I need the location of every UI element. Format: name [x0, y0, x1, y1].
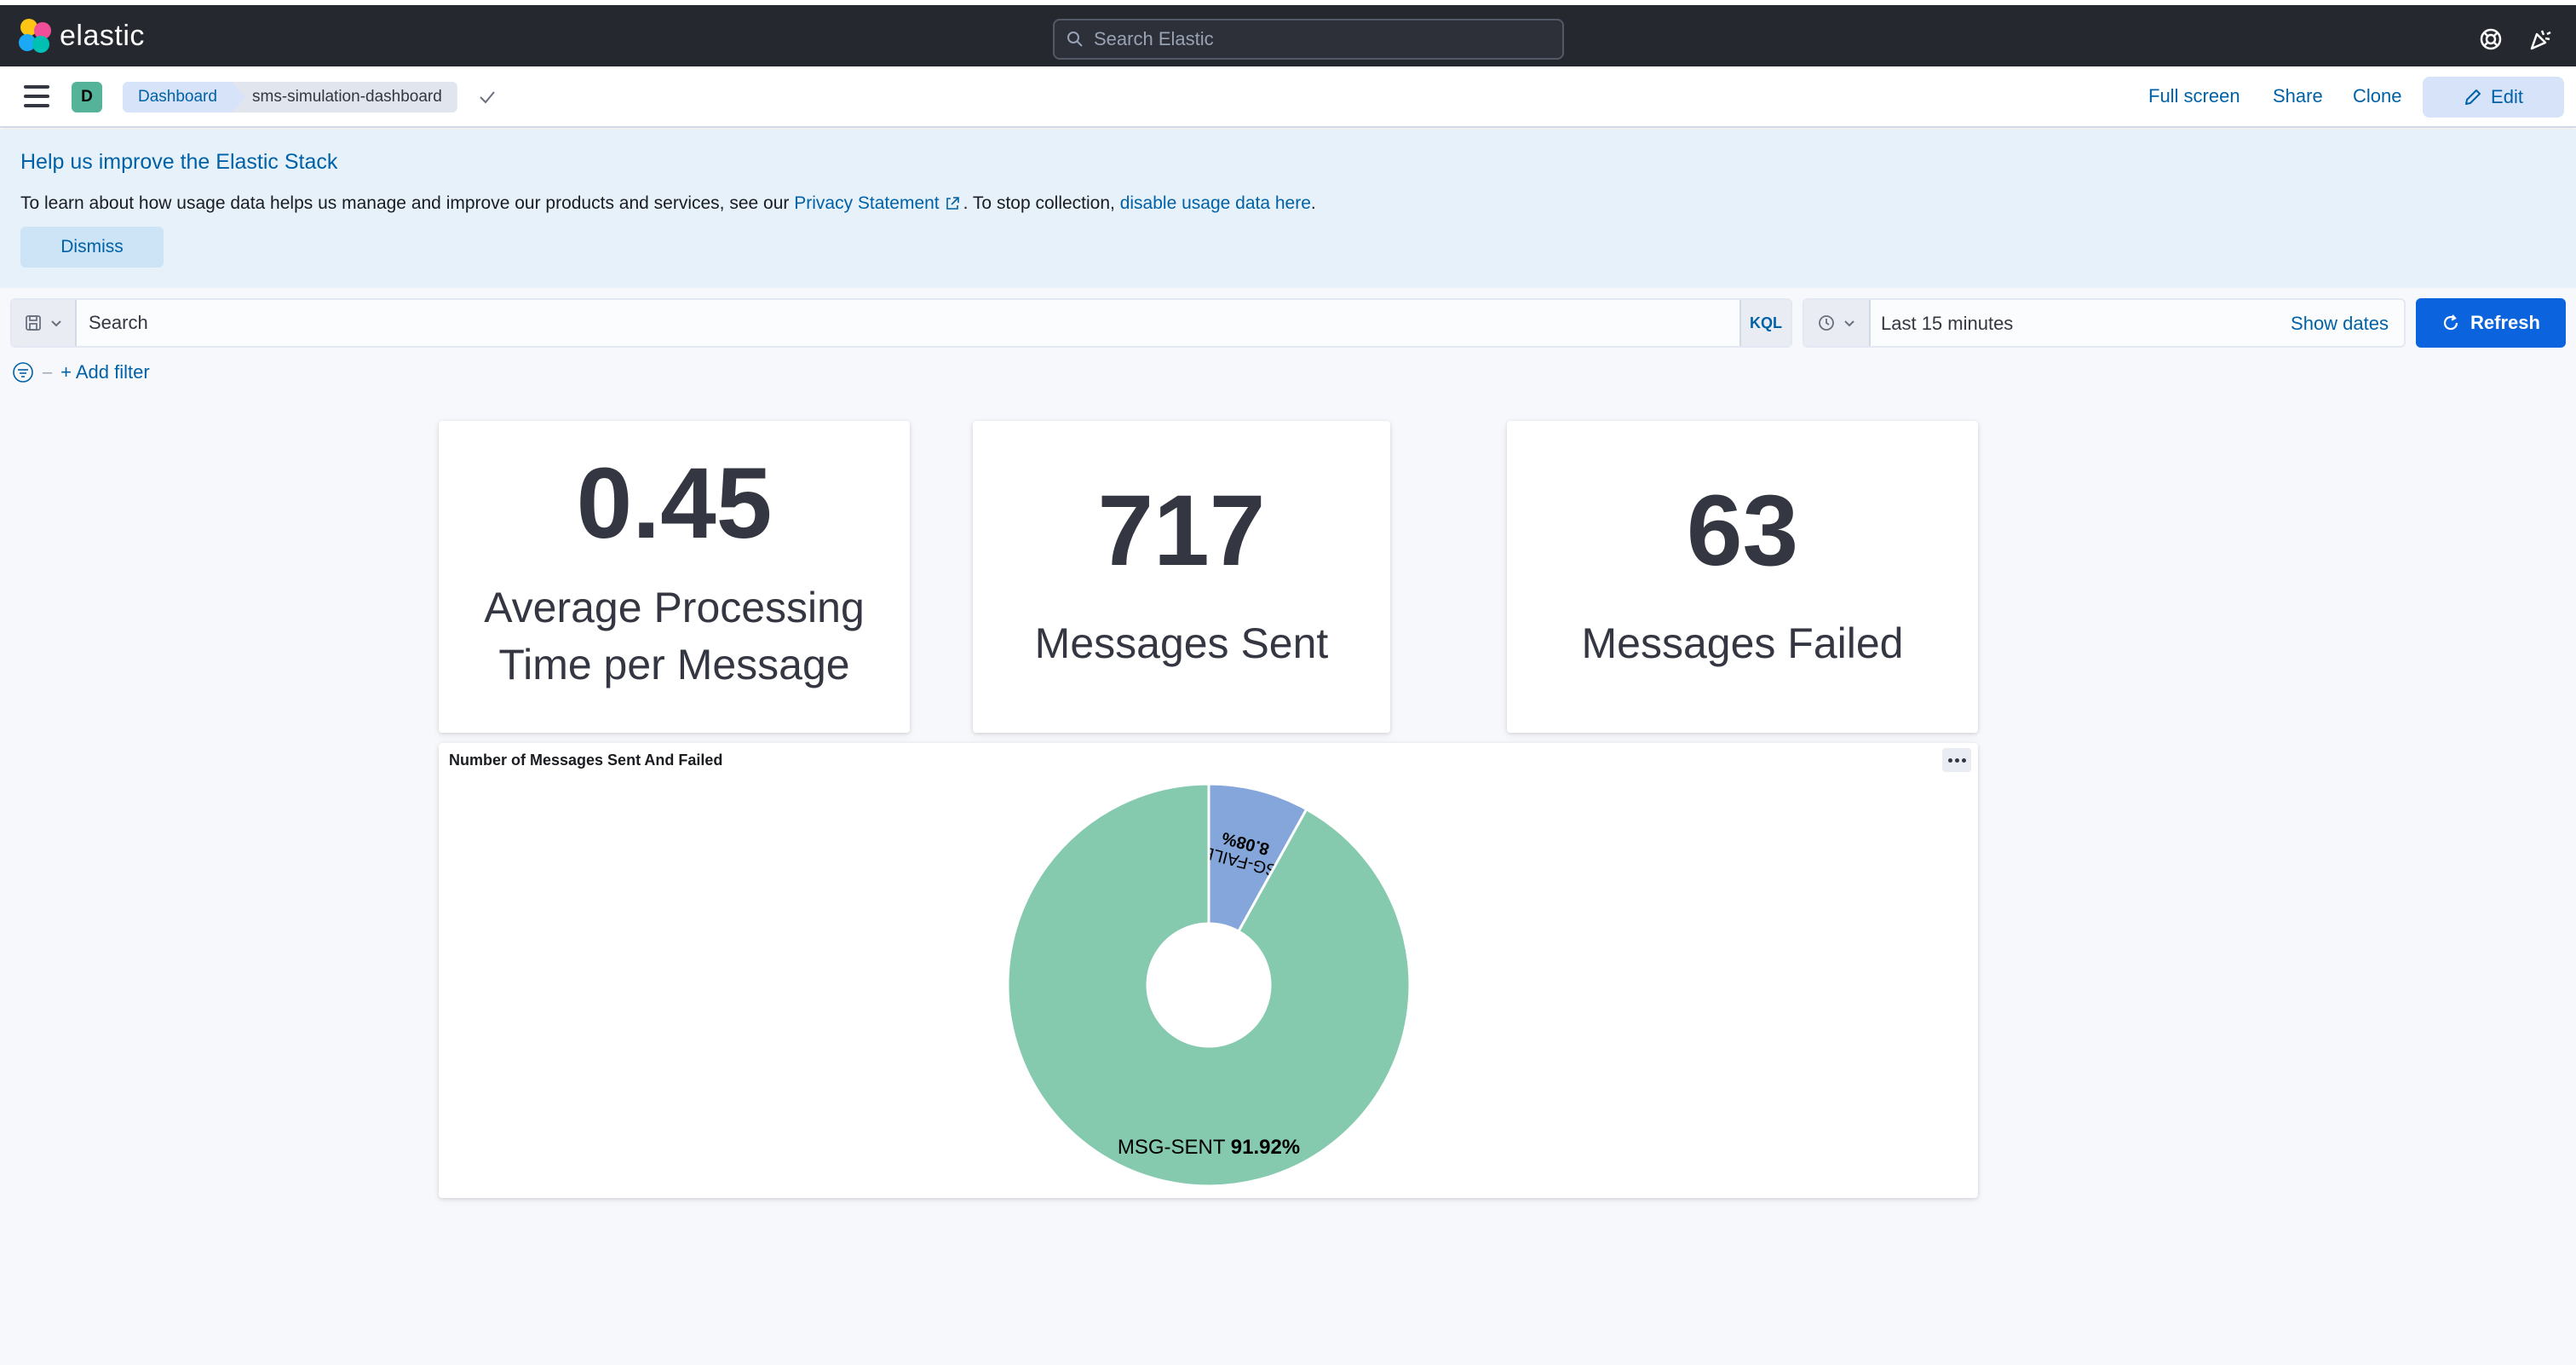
metric-panel-messages-sent: 717 Messages Sent	[973, 421, 1390, 733]
metric-value: 0.45	[576, 446, 773, 560]
top-header: elastic	[0, 0, 2576, 66]
callout-text: To learn about how usage data helps us m…	[20, 193, 2556, 214]
external-link-icon	[946, 197, 959, 210]
menu-line	[24, 104, 49, 107]
clone-button[interactable]: Clone	[2353, 85, 2401, 107]
callout-text-middle: . To stop collection,	[963, 193, 1120, 213]
metric-label-line: Time per Message	[498, 641, 850, 688]
callout-text-before: To learn about how usage data helps us m…	[20, 193, 795, 213]
time-picker: Last 15 minutes Show dates	[1803, 298, 2406, 348]
metric-label-line: Average Processing	[484, 583, 865, 631]
metric-value: 63	[1686, 475, 1799, 588]
metric-panel-messages-failed: 63 Messages Failed	[1507, 421, 1978, 733]
cheer-icon	[2530, 30, 2551, 50]
time-range-label[interactable]: Last 15 minutes	[1881, 313, 2013, 335]
newsfeed-menu[interactable]	[2527, 26, 2554, 53]
edit-button[interactable]: Edit	[2423, 77, 2564, 118]
menu-toggle-button[interactable]	[24, 85, 49, 107]
global-search-input[interactable]	[1094, 28, 1554, 50]
dismiss-button[interactable]: Dismiss	[20, 227, 164, 268]
help-menu[interactable]	[2477, 26, 2504, 53]
search-icon	[1067, 32, 1083, 47]
metric-label: Messages Sent	[1034, 619, 1329, 668]
space-avatar[interactable]: D	[72, 82, 102, 112]
saved-query-menu-button[interactable]	[12, 300, 77, 346]
full-screen-button[interactable]: Full screen	[2148, 85, 2240, 107]
query-bar: KQL	[10, 298, 1792, 348]
metric-label: Messages Failed	[1581, 619, 1904, 668]
check-icon	[480, 91, 495, 104]
refresh-button[interactable]: Refresh	[2416, 298, 2566, 348]
breadcrumb-dashboard[interactable]: Dashboard	[123, 82, 246, 112]
chevron-down-icon	[1844, 320, 1854, 327]
add-filter-button[interactable]: + Add filter	[60, 361, 150, 383]
kql-language-button[interactable]: KQL	[1739, 300, 1791, 346]
telemetry-callout: Help us improve the Elastic Stack To lea…	[0, 130, 2576, 288]
breadcrumb-current: sms-simulation-dashboard	[232, 82, 457, 112]
save-icon	[26, 315, 41, 331]
chevron-down-icon	[51, 320, 61, 327]
menu-line	[24, 85, 49, 89]
metric-label: Average Processing Time per Message	[484, 579, 865, 694]
refresh-label: Refresh	[2470, 312, 2540, 333]
disable-usage-data-link[interactable]: disable usage data here	[1120, 193, 1311, 213]
pie-slice-msg-sent[interactable]	[1006, 782, 1412, 1188]
privacy-statement-link[interactable]: Privacy Statement	[794, 193, 939, 213]
show-dates-button[interactable]: Show dates	[2291, 313, 2389, 335]
metric-panel-avg-processing: 0.45 Average Processing Time per Message	[439, 421, 910, 733]
filter-separator: –	[43, 362, 53, 382]
clock-icon	[1819, 315, 1834, 331]
logo-text: elastic	[60, 19, 145, 52]
chart-panel: Number of Messages Sent And Failed MSG-F…	[439, 743, 1978, 1198]
slice-label: MSG-SENT 91.92%	[1118, 1136, 1300, 1159]
elastic-logo-icon	[19, 19, 53, 53]
share-button[interactable]: Share	[2273, 85, 2323, 107]
metric-value: 717	[1097, 475, 1266, 588]
secondary-navbar: D Dashboard sms-simulation-dashboard Ful…	[0, 66, 2576, 128]
global-search[interactable]	[1053, 19, 1564, 60]
filter-icon[interactable]	[12, 361, 34, 383]
pencil-icon	[2465, 89, 2481, 105]
callout-text-end: .	[1310, 193, 1316, 213]
filter-row: – + Add filter	[12, 361, 150, 383]
elastic-logo[interactable]: elastic	[19, 19, 145, 53]
menu-line	[24, 95, 49, 98]
edit-button-label: Edit	[2491, 86, 2523, 107]
donut-chart: MSG-FAILED8.08%MSG-SENT 91.92%	[1006, 782, 1412, 1188]
help-icon	[2480, 28, 2502, 50]
quick-time-menu-button[interactable]	[1804, 300, 1871, 346]
refresh-icon	[2443, 314, 2458, 331]
query-search-input[interactable]	[89, 308, 1707, 337]
callout-title: Help us improve the Elastic Stack	[20, 150, 338, 174]
